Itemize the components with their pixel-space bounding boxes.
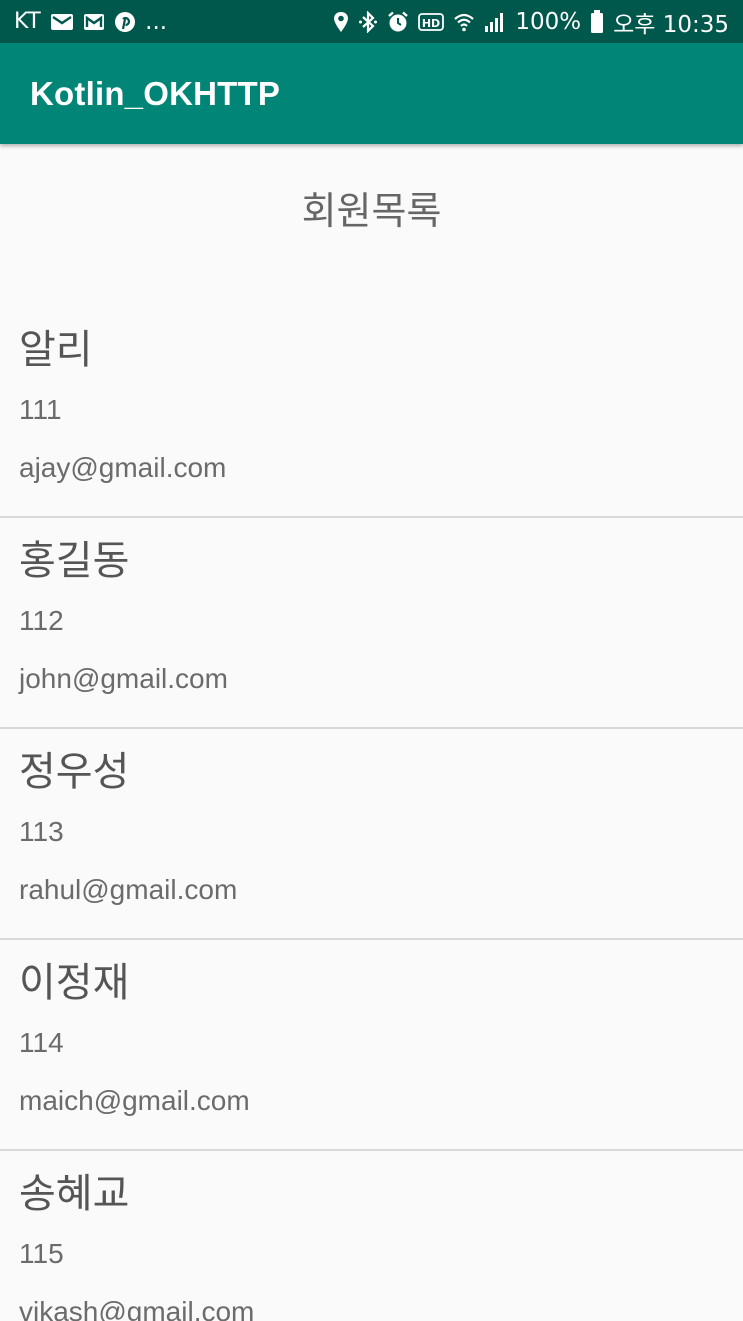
content-area[interactable]: 회원목록 알리 111 ajay@gmail.com 홍길동 112 john@… bbox=[0, 144, 743, 1321]
member-id: 112 bbox=[19, 605, 64, 636]
list-heading: 회원목록 bbox=[301, 189, 442, 233]
svg-text:HD: HD bbox=[422, 17, 440, 30]
status-bar-left: KT ... bbox=[14, 9, 167, 35]
hd-icon: HD bbox=[418, 12, 445, 32]
member-email: maich@gmail.com bbox=[19, 1085, 250, 1116]
member-id: 111 bbox=[19, 394, 62, 425]
member-name: 이정재 bbox=[19, 960, 130, 1006]
member-name: 송혜교 bbox=[19, 1171, 130, 1217]
member-list[interactable]: 알리 111 ajay@gmail.com 홍길동 112 john@gmail… bbox=[0, 307, 743, 1321]
list-item[interactable]: 송혜교 115 vikash@gmail.com bbox=[0, 1151, 743, 1321]
clock: 오후 10:35 bbox=[613, 11, 729, 38]
member-name: 알리 bbox=[19, 327, 93, 373]
member-email: john@gmail.com bbox=[19, 663, 228, 694]
app-title: Kotlin_OKHTTP bbox=[30, 74, 281, 112]
member-id: 114 bbox=[19, 1027, 64, 1058]
member-name: 정우성 bbox=[19, 749, 130, 795]
member-email: ajay@gmail.com bbox=[19, 452, 227, 483]
status-bar: KT ... HD 100% 오후 10:35 bbox=[0, 0, 743, 43]
mail-icon bbox=[50, 12, 74, 32]
member-email: vikash@gmail.com bbox=[19, 1296, 255, 1321]
list-item[interactable]: 홍길동 112 john@gmail.com bbox=[0, 518, 743, 729]
member-email: rahul@gmail.com bbox=[19, 874, 238, 905]
member-id: 115 bbox=[19, 1238, 64, 1269]
battery-percent: 100% bbox=[515, 8, 582, 35]
list-item[interactable]: 이정재 114 maich@gmail.com bbox=[0, 940, 743, 1151]
signal-icon bbox=[484, 11, 506, 33]
carrier-label: KT bbox=[14, 9, 42, 34]
wifi-icon bbox=[453, 11, 475, 33]
app-bar: Kotlin_OKHTTP bbox=[0, 43, 743, 144]
pinterest-icon bbox=[114, 11, 136, 33]
list-item[interactable]: 알리 111 ajay@gmail.com bbox=[0, 307, 743, 518]
list-item[interactable]: 정우성 113 rahul@gmail.com bbox=[0, 729, 743, 940]
more-notifications: ... bbox=[145, 8, 168, 35]
member-id: 113 bbox=[19, 816, 64, 847]
location-icon bbox=[333, 11, 349, 33]
status-bar-right: HD 100% 오후 10:35 bbox=[333, 5, 729, 39]
bluetooth-icon bbox=[358, 10, 378, 33]
battery-icon bbox=[590, 9, 604, 34]
alarm-icon bbox=[387, 11, 409, 33]
gmail-icon bbox=[83, 12, 105, 32]
member-name: 홍길동 bbox=[19, 538, 130, 584]
